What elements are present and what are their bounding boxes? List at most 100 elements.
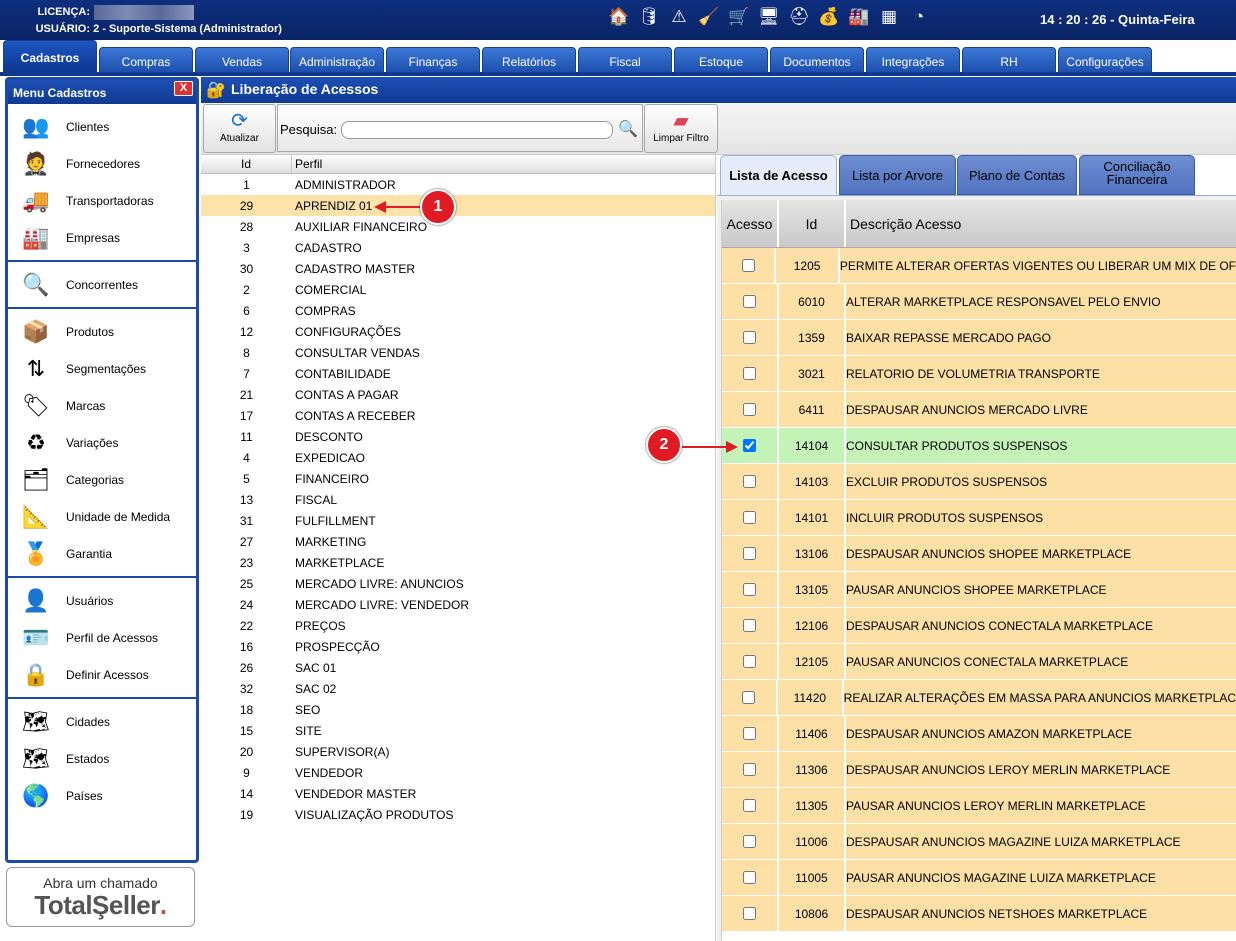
close-icon[interactable]: X	[174, 81, 193, 96]
access-checkbox[interactable]	[743, 439, 756, 452]
profile-row[interactable]: 4 EXPEDICAO	[201, 447, 715, 468]
profile-row[interactable]: 19 VISUALIZAÇÃO PRODUTOS	[201, 804, 715, 825]
access-checkbox[interactable]	[743, 907, 756, 920]
access-checkbox[interactable]	[743, 547, 756, 560]
profile-row[interactable]: 16 PROSPECÇÃO	[201, 636, 715, 657]
access-checkbox[interactable]	[743, 619, 756, 632]
profile-row[interactable]: 6 COMPRAS	[201, 300, 715, 321]
refresh-button[interactable]: ⟳ Atualizar	[203, 104, 276, 153]
lifebuoy-icon[interactable]: ⛑	[786, 4, 812, 30]
access-checkbox[interactable]	[743, 331, 756, 344]
sidebar-item-empresas[interactable]: 🏭 Empresas	[8, 219, 196, 256]
profile-row[interactable]: 17 CONTAS A RECEBER	[201, 405, 715, 426]
profile-row[interactable]: 14 VENDEDOR MASTER	[201, 783, 715, 804]
sidebar-item-concorrentes[interactable]: 🔍 Concorrentes	[8, 266, 196, 303]
col-acesso-header[interactable]: Acesso	[722, 200, 779, 247]
profile-row[interactable]: 7 CONTABILIDADE	[201, 363, 715, 384]
access-checkbox[interactable]	[743, 799, 756, 812]
access-checkbox[interactable]	[743, 835, 756, 848]
profile-row[interactable]: 12 CONFIGURAÇÕES	[201, 321, 715, 342]
profile-row[interactable]: 18 SEO	[201, 699, 715, 720]
database-icon[interactable]: 🛢	[636, 4, 662, 30]
sidebar-item-fornecedores[interactable]: 🤵 Fornecedores	[8, 145, 196, 182]
profile-row[interactable]: 9 VENDEDOR	[201, 762, 715, 783]
profile-row[interactable]: 23 MARKETPLACE	[201, 552, 715, 573]
main-tab-documentos[interactable]: Documentos	[770, 47, 864, 73]
main-tab-cadastros[interactable]: Cadastros	[3, 40, 97, 74]
search-input[interactable]	[341, 121, 613, 139]
tab-lista-por-arvore[interactable]: Lista por Arvore	[839, 155, 956, 195]
profile-row[interactable]: 13 FISCAL	[201, 489, 715, 510]
broom-icon[interactable]: 🧹	[696, 4, 722, 30]
main-tab-estoque[interactable]: Estoque	[674, 47, 768, 73]
access-checkbox[interactable]	[743, 871, 756, 884]
access-checkbox[interactable]	[742, 691, 756, 704]
main-tab-relatórios[interactable]: Relatórios	[482, 47, 576, 73]
profile-row[interactable]: 26 SAC 01	[201, 657, 715, 678]
access-checkbox[interactable]	[743, 511, 756, 524]
clock-icon[interactable]: ◔	[906, 4, 932, 30]
store-icon[interactable]: 🏠	[606, 4, 632, 30]
profile-row[interactable]: 31 FULFILLMENT	[201, 510, 715, 531]
profile-row[interactable]: 24 MERCADO LIVRE: VENDEDOR	[201, 594, 715, 615]
access-checkbox[interactable]	[741, 259, 755, 272]
profile-row[interactable]: 22 PREÇOS	[201, 615, 715, 636]
sidebar-item-marcas[interactable]: 🏷 Marcas	[8, 387, 196, 424]
monitor-icon[interactable]: 🖥	[756, 4, 782, 30]
main-tab-integrações[interactable]: Integrações	[866, 47, 960, 73]
profile-row[interactable]: 28 AUXILIAR FINANCEIRO	[201, 216, 715, 237]
sidebar-item-estados[interactable]: 🗺 Estados	[8, 740, 196, 777]
sidebar-item-definir-acessos[interactable]: 🔒 Definir Acessos	[8, 656, 196, 693]
tab-lista-de-acesso[interactable]: Lista de Acesso	[720, 155, 837, 196]
sidebar-item-cidades[interactable]: 🗺 Cidades	[8, 703, 196, 740]
access-checkbox[interactable]	[743, 583, 756, 596]
support-ticket-button[interactable]: Abra um chamado TotalŞeller.	[6, 867, 195, 927]
tab-concilia-o-financeira[interactable]: Conciliação Financeira	[1079, 155, 1195, 195]
main-tab-compras[interactable]: Compras	[99, 47, 193, 73]
sidebar-item-transportadoras[interactable]: 🚚 Transportadoras	[8, 182, 196, 219]
main-tab-rh[interactable]: RH	[962, 47, 1056, 73]
warning-icon[interactable]: ⚠	[666, 4, 692, 30]
profile-row[interactable]: 21 CONTAS A PAGAR	[201, 384, 715, 405]
col-id-header[interactable]: Id	[201, 155, 292, 173]
search-icon[interactable]: 🔍	[618, 119, 638, 139]
profile-row[interactable]: 2 COMERCIAL	[201, 279, 715, 300]
access-checkbox[interactable]	[743, 367, 756, 380]
profile-row[interactable]: 8 CONSULTAR VENDAS	[201, 342, 715, 363]
sidebar-item-segmenta-es[interactable]: ⇅ Segmentações	[8, 350, 196, 387]
access-checkbox[interactable]	[743, 655, 756, 668]
cart-icon[interactable]: 🛒	[726, 4, 752, 30]
profile-row[interactable]: 11 DESCONTO	[201, 426, 715, 447]
profile-row[interactable]: 5 FINANCEIRO	[201, 468, 715, 489]
profile-row[interactable]: 15 SITE	[201, 720, 715, 741]
profile-row[interactable]: 25 MERCADO LIVRE: ANUNCIOS	[201, 573, 715, 594]
sidebar-item-categorias[interactable]: 🗂 Categorias	[8, 461, 196, 498]
sidebar-item-produtos[interactable]: 📦 Produtos	[8, 313, 196, 350]
profile-row[interactable]: 32 SAC 02	[201, 678, 715, 699]
main-tab-fiscal[interactable]: Fiscal	[578, 47, 672, 73]
profile-row[interactable]: 30 CADASTRO MASTER	[201, 258, 715, 279]
sidebar-item-perfil-de-acessos[interactable]: 🪪 Perfil de Acessos	[8, 619, 196, 656]
access-checkbox[interactable]	[743, 475, 756, 488]
profile-row[interactable]: 3 CADASTRO	[201, 237, 715, 258]
main-tab-finanças[interactable]: Finanças	[386, 47, 480, 73]
clear-filter-button[interactable]: ▰ Limpar Filtro	[644, 104, 718, 153]
sidebar-item-pa-ses[interactable]: 🌎 Países	[8, 777, 196, 814]
profile-row[interactable]: 27 MARKETING	[201, 531, 715, 552]
access-checkbox[interactable]	[743, 295, 756, 308]
access-checkbox[interactable]	[743, 763, 756, 776]
col-desc-header[interactable]: Descrição Acesso	[846, 200, 1236, 247]
factory-icon[interactable]: 🏭	[846, 4, 872, 30]
sidebar-item-usu-rios[interactable]: 👤 Usuários	[8, 582, 196, 619]
sidebar-item-unidade-de-medida[interactable]: 📐 Unidade de Medida	[8, 498, 196, 535]
access-checkbox[interactable]	[743, 403, 756, 416]
sidebar-item-garantia[interactable]: 🏅 Garantia	[8, 535, 196, 572]
money-hand-icon[interactable]: 💰	[816, 4, 842, 30]
main-tab-administração[interactable]: Administração	[290, 47, 384, 73]
profile-row[interactable]: 20 SUPERVISOR(A)	[201, 741, 715, 762]
main-tab-configurações[interactable]: Configurações	[1058, 47, 1152, 73]
sidebar-item-varia-es[interactable]: ♻ Variações	[8, 424, 196, 461]
tab-plano-de-contas[interactable]: Plano de Contas	[957, 155, 1077, 195]
apps-grid-icon[interactable]: ▦	[876, 4, 902, 30]
sidebar-item-clientes[interactable]: 👥 Clientes	[8, 108, 196, 145]
